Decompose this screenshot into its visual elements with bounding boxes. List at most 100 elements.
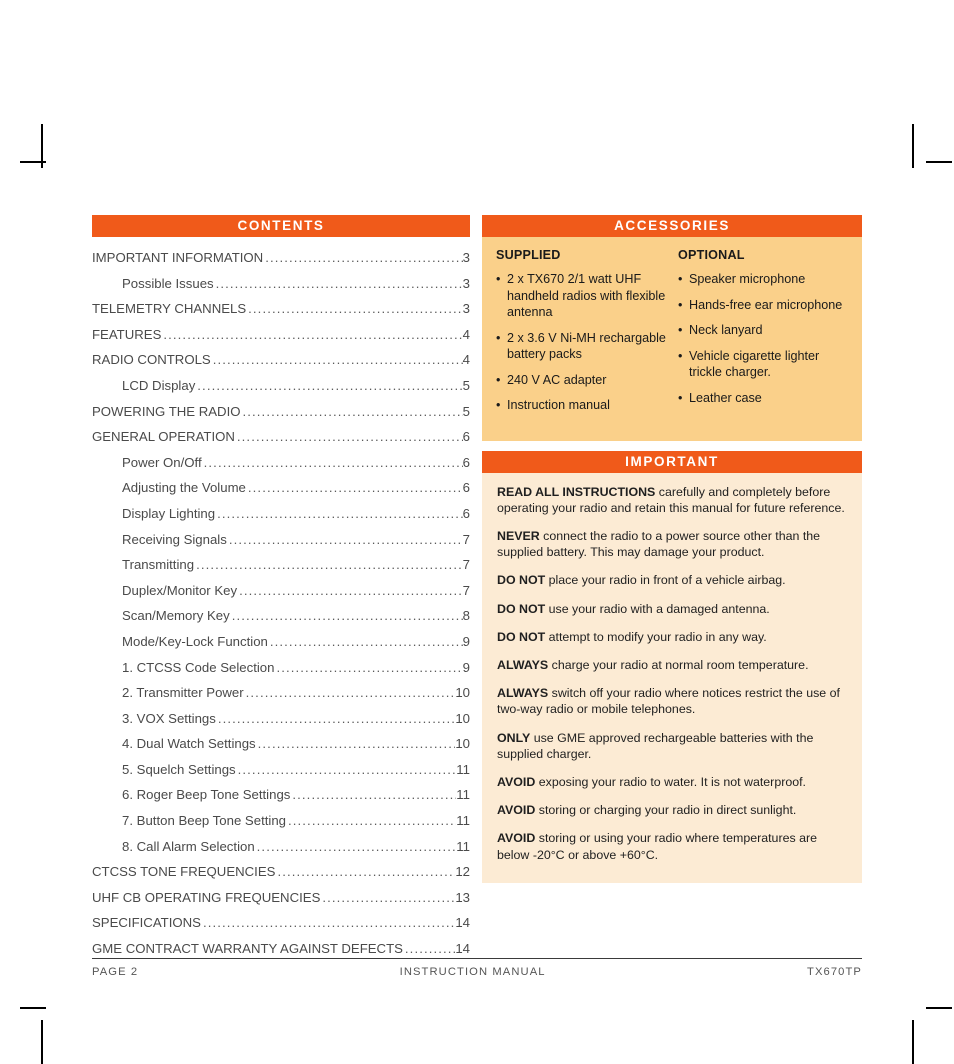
important-notice-lead: READ ALL INSTRUCTIONS — [497, 484, 656, 499]
important-notice-text: place your radio in front of a vehicle a… — [545, 573, 786, 588]
accessories-optional-column: OPTIONAL Speaker microphone Hands-free ea… — [666, 248, 848, 423]
toc-entry-page: 9 — [462, 633, 470, 649]
toc-entry[interactable]: TELEMETRY CHANNELS 3 — [92, 296, 470, 322]
toc-dot-leader — [288, 808, 456, 834]
toc-entry-page: 8 — [462, 608, 470, 624]
toc-entry[interactable]: Display Lighting 6 — [92, 501, 470, 527]
accessories-supplied-column: SUPPLIED 2 x TX670 2/1 watt UHF handheld… — [496, 248, 666, 423]
accessory-item: 240 V AC adapter — [496, 372, 666, 389]
toc-entry-label: GENERAL OPERATION — [92, 429, 235, 445]
toc-entry-page: 5 — [462, 377, 470, 393]
important-notice-text: connect the radio to a power source othe… — [497, 528, 821, 560]
toc-entry-label: Receiving Signals — [122, 531, 227, 547]
important-notice-text: use GME approved rechargeable batteries … — [497, 730, 814, 761]
important-notice-lead: DO NOT — [497, 601, 546, 616]
crop-mark-bottom-right-vertical — [912, 1020, 914, 1064]
toc-dot-leader — [257, 834, 457, 860]
toc-entry[interactable]: GENERAL OPERATION 6 — [92, 424, 470, 450]
important-notice-lead: ONLY — [497, 730, 531, 745]
toc-dot-leader — [243, 399, 463, 425]
toc-entry[interactable]: SPECIFICATIONS 14 — [92, 910, 470, 936]
important-header-bar: IMPORTANT — [482, 450, 862, 473]
toc-entry-page: 9 — [462, 659, 470, 675]
toc-entry[interactable]: Possible Issues 3 — [92, 271, 470, 297]
toc-entry-page: 3 — [462, 301, 470, 317]
toc-dot-leader — [248, 296, 463, 322]
accessories-optional-heading: OPTIONAL — [678, 248, 745, 262]
toc-entry[interactable]: 2. Transmitter Power 10 — [92, 680, 470, 706]
toc-entry-page: 11 — [456, 813, 470, 829]
toc-entry[interactable]: FEATURES 4 — [92, 322, 470, 348]
toc-entry[interactable]: 3. VOX Settings 10 — [92, 706, 470, 732]
toc-entry[interactable]: Adjusting the Volume 6 — [92, 475, 470, 501]
toc-entry[interactable]: IMPORTANT INFORMATION 3 — [92, 245, 470, 271]
important-notice-lead: AVOID — [497, 774, 536, 789]
toc-entry[interactable]: Scan/Memory Key 8 — [92, 603, 470, 629]
toc-entry[interactable]: 8. Call Alarm Selection 11 — [92, 834, 470, 860]
toc-entry-page: 5 — [462, 403, 470, 419]
accessory-item: Instruction manual — [496, 397, 666, 414]
toc-entry-page: 6 — [462, 429, 470, 445]
toc-dot-leader — [213, 347, 463, 373]
toc-entry[interactable]: 4. Dual Watch Settings 10 — [92, 731, 470, 757]
toc-entry-label: TELEMETRY CHANNELS — [92, 301, 247, 317]
toc-entry[interactable]: Receiving Signals 7 — [92, 527, 470, 553]
toc-entry[interactable]: CTCSS TONE FREQUENCIES 12 — [92, 859, 470, 885]
toc-dot-leader — [238, 757, 457, 783]
contents-column: CONTENTS IMPORTANT INFORMATION3Possible … — [92, 215, 470, 962]
toc-dot-leader — [322, 885, 455, 911]
footer-model: TX670TP — [807, 966, 862, 978]
page-content: CONTENTS IMPORTANT INFORMATION3Possible … — [92, 215, 862, 956]
crop-mark-top-right-vertical — [912, 124, 914, 168]
toc-dot-leader — [232, 603, 463, 629]
toc-entry-page: 4 — [462, 352, 470, 368]
toc-entry[interactable]: 5. Squelch Settings 11 — [92, 757, 470, 783]
toc-entry-label: UHF CB OPERATING FREQUENCIES — [92, 889, 321, 905]
toc-entry[interactable]: RADIO CONTROLS 4 — [92, 347, 470, 373]
toc-entry-page: 7 — [462, 582, 470, 598]
toc-entry-label: CTCSS TONE FREQUENCIES — [92, 864, 276, 880]
important-notice: DO NOT place your radio in front of a ve… — [497, 572, 847, 588]
toc-entry-label: RADIO CONTROLS — [92, 352, 211, 368]
toc-entry-page: 10 — [455, 710, 470, 726]
important-notice-lead: DO NOT — [497, 629, 546, 644]
crop-mark-bottom-left-horizontal — [20, 1007, 46, 1009]
toc-entry[interactable]: Mode/Key-Lock Function 9 — [92, 629, 470, 655]
toc-entry[interactable]: POWERING THE RADIO 5 — [92, 399, 470, 425]
toc-entry-page: 10 — [455, 685, 470, 701]
important-notice: DO NOT use your radio with a damaged ant… — [497, 601, 847, 617]
accessory-item: Leather case — [678, 390, 848, 407]
toc-entry-label: Mode/Key-Lock Function — [122, 633, 268, 649]
toc-entry-page: 11 — [456, 838, 470, 854]
important-notice-text: storing or charging your radio in direct… — [535, 803, 797, 818]
toc-dot-leader — [229, 527, 463, 553]
toc-entry[interactable]: 1. CTCSS Code Selection 9 — [92, 655, 470, 681]
toc-dot-leader — [163, 322, 462, 348]
panel-spacer — [482, 441, 862, 451]
toc-entry-page: 11 — [456, 761, 470, 777]
toc-entry[interactable]: UHF CB OPERATING FREQUENCIES 13 — [92, 885, 470, 911]
toc-dot-leader — [265, 245, 462, 271]
accessory-item: Vehicle cigarette lighter trickle charge… — [678, 348, 848, 381]
toc-entry[interactable]: Duplex/Monitor Key 7 — [92, 578, 470, 604]
toc-entry-label: Display Lighting — [122, 505, 216, 521]
toc-entry[interactable]: LCD Display 5 — [92, 373, 470, 399]
toc-entry[interactable]: Transmitting 7 — [92, 552, 470, 578]
toc-entry-label: FEATURES — [92, 326, 162, 342]
toc-entry[interactable]: 6. Roger Beep Tone Settings 11 — [92, 782, 470, 808]
important-notice-text: exposing your radio to water. It is not … — [535, 774, 806, 789]
toc-entry-label: Transmitting — [122, 557, 195, 573]
accessories-supplied-list: 2 x TX670 2/1 watt UHF handheld radios w… — [496, 271, 666, 414]
important-notice: NEVER connect the radio to a power sourc… — [497, 528, 847, 560]
toc-dot-leader — [246, 680, 456, 706]
toc-dot-leader — [197, 373, 462, 399]
important-notice: READ ALL INSTRUCTIONS carefully and comp… — [497, 484, 847, 516]
toc-entry[interactable]: 7. Button Beep Tone Setting 11 — [92, 808, 470, 834]
important-notice-text: storing or using your radio where temper… — [497, 831, 818, 862]
crop-mark-bottom-right-horizontal — [926, 1007, 952, 1009]
toc-entry[interactable]: Power On/Off 6 — [92, 450, 470, 476]
toc-entry-page: 14 — [455, 915, 470, 931]
accessory-item: Hands-free ear microphone — [678, 297, 848, 314]
important-notice-text: switch off your radio where notices rest… — [497, 686, 840, 717]
accessories-panel: SUPPLIED 2 x TX670 2/1 watt UHF handheld… — [482, 237, 862, 441]
